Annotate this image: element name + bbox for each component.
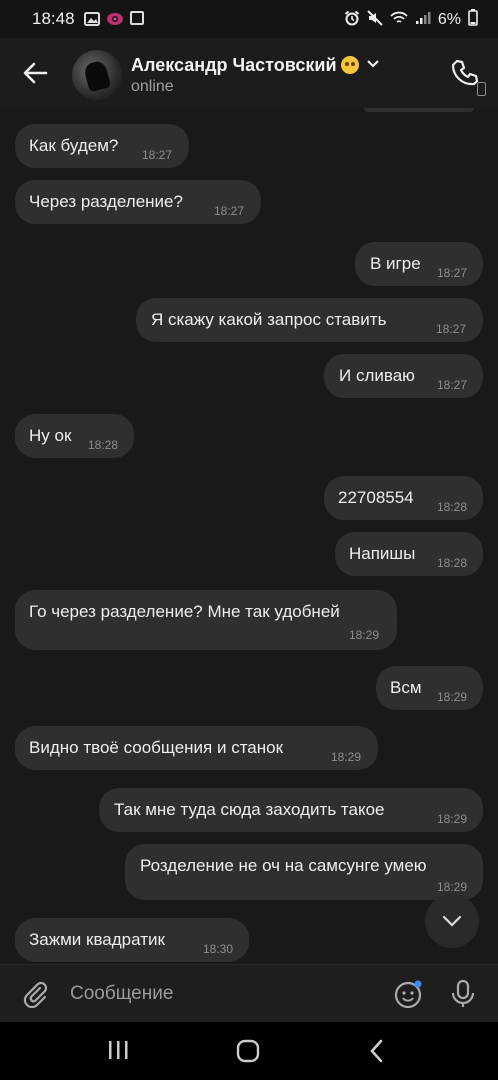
mute-icon: [367, 9, 383, 31]
status-time: 18:48: [32, 9, 75, 28]
message-time: 18:29: [437, 812, 468, 826]
message-outgoing[interactable]: Я скажу какой запрос ставить 18:27: [136, 298, 483, 342]
message-time: 18:28: [437, 500, 468, 514]
message-text: Всм: [390, 678, 422, 697]
message-text: Напишы: [349, 544, 416, 563]
screenshot-icon: [130, 11, 144, 25]
emoji-sticker-icon[interactable]: [393, 979, 423, 1014]
message-text: 22708554: [338, 488, 414, 507]
attachment-icon[interactable]: [20, 979, 50, 1014]
message-outgoing[interactable]: И сливаю 18:27: [324, 354, 483, 398]
message-time: 18:28: [437, 556, 468, 570]
message-time: 18:27: [436, 322, 467, 336]
message-text: Видно твоё сообщения и станок: [29, 738, 284, 757]
message-list[interactable]: Как будем? 18:27 Через разделение? 18:27…: [0, 108, 498, 964]
contact-status: online: [131, 78, 174, 95]
avatar[interactable]: [72, 50, 122, 100]
battery-icon: [468, 9, 478, 31]
message-incoming[interactable]: Через разделение? 18:27: [15, 180, 261, 224]
alarm-icon: [344, 10, 360, 31]
back-arrow-icon[interactable]: [22, 60, 48, 86]
message-time: 18:27: [214, 204, 245, 218]
message-time: 18:27: [437, 266, 468, 280]
message-incoming[interactable]: Как будем? 18:27: [15, 124, 189, 168]
call-icon[interactable]: [450, 58, 480, 88]
contact-name-text: Александр Частовский: [131, 55, 337, 75]
message-incoming[interactable]: Ну ок 18:28: [15, 414, 134, 458]
message-outgoing[interactable]: Всм 18:29: [376, 666, 483, 710]
chat-header: Александр Частовский online: [0, 38, 498, 108]
message-outgoing[interactable]: Так мне туда сюда заходить такое 18:29: [99, 788, 483, 832]
message-time: 18:30: [203, 942, 234, 956]
message-text: Розделение не оч на самсунге умею: [140, 856, 427, 875]
message-time: 18:27: [142, 148, 173, 162]
scroll-to-bottom-button[interactable]: [425, 894, 479, 948]
microphone-icon[interactable]: [450, 979, 476, 1014]
message-text: Так мне туда сюда заходить такое: [114, 800, 385, 819]
message-text: Ну ок: [29, 426, 72, 445]
gallery-icon: [84, 11, 100, 31]
message-text: Я скажу какой запрос ставить: [151, 310, 387, 329]
signal-icon: [415, 11, 431, 30]
message-outgoing[interactable]: Розделение не оч на самсунге умею 18:29: [125, 844, 483, 900]
back-nav-icon[interactable]: [368, 1039, 384, 1068]
message-time: 18:29: [349, 628, 380, 642]
system-navigation-bar: [0, 1022, 498, 1080]
message-outgoing[interactable]: В игре 18:27: [355, 242, 483, 286]
vpn-eye-icon: [106, 11, 124, 31]
message-incoming[interactable]: Зажми квадратик 18:30: [15, 918, 249, 962]
status-bar: 18:48 6%: [0, 0, 498, 38]
previous-message-edge: [364, 108, 474, 112]
message-composer: Сообщение: [0, 964, 498, 1023]
home-icon[interactable]: [236, 1039, 260, 1068]
message-input[interactable]: Сообщение: [70, 983, 173, 1005]
message-outgoing[interactable]: Напишы 18:28: [335, 532, 483, 576]
battery-level: 6%: [437, 11, 461, 28]
message-time: 18:29: [437, 880, 468, 894]
message-text: Как будем?: [29, 136, 119, 155]
message-time: 18:29: [331, 750, 362, 764]
message-text: Зажми квадратик: [29, 930, 165, 949]
message-text: В игре: [370, 254, 421, 273]
wifi-icon: [390, 11, 408, 30]
message-outgoing[interactable]: 22708554 18:28: [324, 476, 483, 520]
message-incoming[interactable]: Видно твоё сообщения и станок 18:29: [15, 726, 378, 770]
message-text: Через разделение?: [29, 192, 183, 211]
message-incoming[interactable]: Го через разделение? Мне так удобней 18:…: [15, 590, 397, 650]
recent-apps-icon[interactable]: [107, 1040, 129, 1065]
message-text: Го через разделение? Мне так удобней: [29, 602, 340, 621]
contact-name[interactable]: Александр Частовский: [131, 52, 379, 76]
chevron-down-icon[interactable]: [366, 52, 379, 73]
message-time: 18:27: [437, 378, 468, 392]
rolling-eyes-emoji-icon: [340, 56, 359, 74]
chevron-down-icon: [442, 914, 462, 932]
message-text: И сливаю: [339, 366, 415, 385]
message-time: 18:29: [437, 690, 468, 704]
message-time: 18:28: [88, 438, 119, 452]
